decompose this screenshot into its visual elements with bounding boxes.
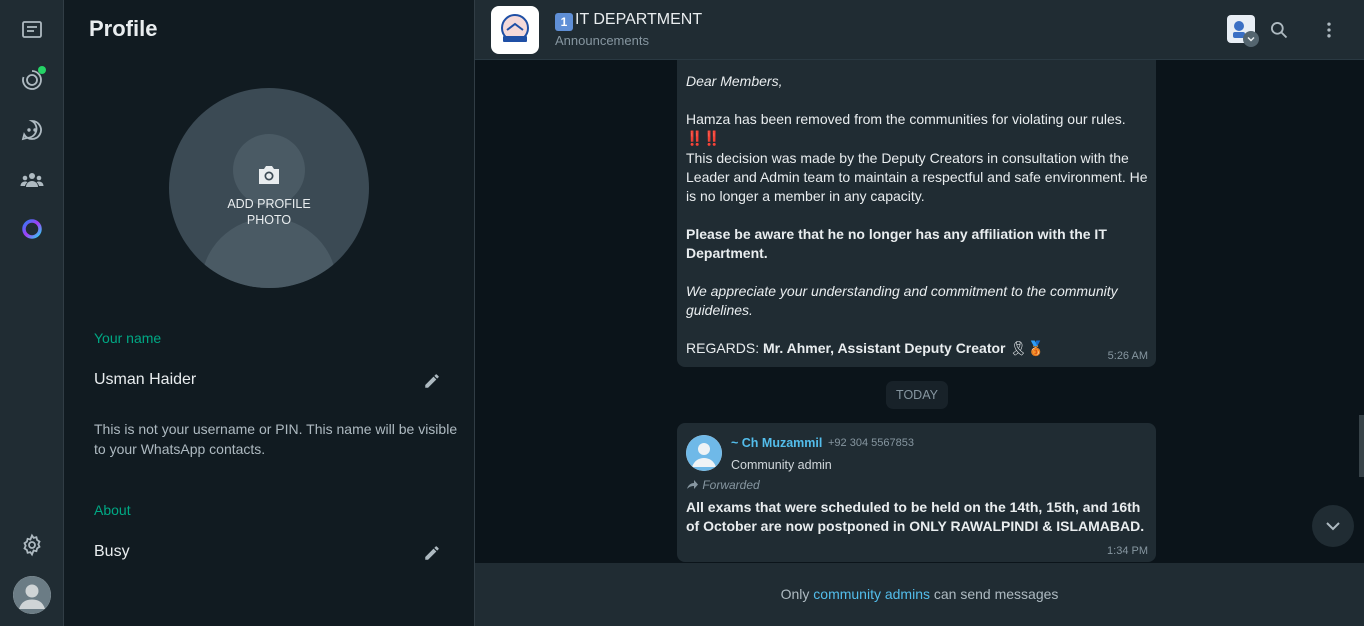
message-time: 5:26 AM xyxy=(1107,350,1148,362)
communities-button[interactable] xyxy=(12,160,52,200)
channels-icon xyxy=(21,120,42,141)
status-button[interactable] xyxy=(12,60,52,100)
notice-prefix: Only xyxy=(780,586,814,602)
forward-arrow-icon xyxy=(687,480,698,489)
meta-ai-button[interactable] xyxy=(12,209,52,249)
default-avatar-icon xyxy=(686,435,722,471)
add-profile-photo-button[interactable]: ADD PROFILE PHOTO xyxy=(169,88,369,288)
group-subtitle: Announcements xyxy=(555,33,649,48)
group-title-text: IT DEPARTMENT xyxy=(575,11,703,28)
edit-about-button[interactable] xyxy=(421,542,443,564)
composer-disabled-notice: Only community admins can send messages xyxy=(475,563,1364,626)
message-line: Hamza has been removed from the communit… xyxy=(686,111,1126,127)
settings-button[interactable] xyxy=(12,525,52,565)
scrollbar-thumb[interactable] xyxy=(1359,415,1364,477)
chat-header[interactable]: 1 IT DEPARTMENT Announcements xyxy=(475,0,1364,60)
keycap-one-icon: 1 xyxy=(555,13,573,31)
community-admins-link[interactable]: community admins xyxy=(813,586,930,602)
your-name-value: Usman Haider xyxy=(94,371,197,388)
scroll-to-bottom-button[interactable] xyxy=(1312,505,1354,547)
message-bold-notice: Please be aware that he no longer has an… xyxy=(686,226,1107,261)
message-bubble[interactable]: Dear Members, Hamza has been removed fro… xyxy=(677,60,1156,367)
forwarded-text: Forwarded xyxy=(702,478,760,492)
your-name-label: Your name xyxy=(94,330,162,346)
message-line: This decision was made by the Deputy Cre… xyxy=(686,150,1148,204)
alarm-emoji: ‼️‼️ xyxy=(686,130,721,146)
search-icon xyxy=(1271,22,1288,39)
sender-name[interactable]: ~ Ch Muzammil xyxy=(731,436,822,450)
name-hint-text: This is not your username or PIN. This n… xyxy=(94,421,458,457)
communities-icon xyxy=(20,173,44,187)
forwarded-label: Forwarded xyxy=(686,478,760,492)
group-title: 1 IT DEPARTMENT xyxy=(555,11,702,31)
message-text: All exams that were scheduled to be held… xyxy=(686,499,1145,534)
sender-phone: +92 304 5567853 xyxy=(828,437,914,449)
profile-panel: Profile ADD PROFILE PHOTO Your name Usma… xyxy=(64,0,475,626)
pencil-icon xyxy=(425,546,439,560)
sender-role: Community admin xyxy=(731,458,832,472)
profile-avatar-button[interactable] xyxy=(13,576,51,614)
about-value: Busy xyxy=(94,543,130,560)
message-appreciation: We appreciate your understanding and com… xyxy=(686,283,1118,318)
message-list[interactable]: Dear Members, Hamza has been removed fro… xyxy=(475,60,1364,563)
chats-icon xyxy=(22,21,42,38)
add-profile-photo-label: ADD PROFILE PHOTO xyxy=(169,196,369,228)
notice-suffix: can send messages xyxy=(929,586,1059,602)
regards-name: Mr. Ahmer, Assistant Deputy Creator xyxy=(763,340,1006,356)
whatsapp-web-app: Profile ADD PROFILE PHOTO Your name Usma… xyxy=(0,0,1364,626)
message-regards: REGARDS: Mr. Ahmer, Assistant Deputy Cre… xyxy=(686,339,1151,358)
group-logo-icon xyxy=(501,14,529,42)
about-label: About xyxy=(94,502,131,518)
sender-avatar[interactable] xyxy=(686,435,722,471)
regards-prefix: REGARDS: xyxy=(686,340,764,356)
avatar-body-shape xyxy=(201,218,337,288)
add-profile-photo-label-line1: ADD PROFILE xyxy=(227,197,311,211)
message-time: 1:34 PM xyxy=(1107,545,1148,557)
community-avatar-button[interactable] xyxy=(1227,15,1259,47)
chevron-down-icon xyxy=(1326,522,1340,531)
chat-pane: 1 IT DEPARTMENT Announcements Dear Member… xyxy=(475,0,1364,626)
search-button[interactable] xyxy=(1265,16,1293,44)
page-title: Profile xyxy=(89,16,158,41)
ribbon-medal-emoji: 🎗🥉 xyxy=(1009,340,1045,356)
channels-button[interactable] xyxy=(12,110,52,150)
camera-icon xyxy=(259,166,279,184)
kebab-menu-icon xyxy=(1327,22,1331,38)
group-avatar[interactable] xyxy=(491,6,539,54)
meta-ai-icon xyxy=(22,219,42,239)
navigation-rail xyxy=(0,0,64,626)
date-divider: TODAY xyxy=(886,381,948,409)
edit-name-button[interactable] xyxy=(421,370,443,392)
pencil-icon xyxy=(425,374,439,388)
message-greeting: Dear Members, xyxy=(686,73,783,89)
chevron-down-icon xyxy=(1243,31,1259,47)
chats-button[interactable] xyxy=(12,10,52,50)
add-profile-photo-label-line2: PHOTO xyxy=(246,213,292,227)
menu-button[interactable] xyxy=(1315,16,1343,44)
default-avatar-icon xyxy=(13,576,51,614)
settings-icon xyxy=(23,533,41,557)
status-unread-dot xyxy=(38,66,46,74)
message-bubble[interactable]: ~ Ch Muzammil +92 304 5567853 Community … xyxy=(677,423,1156,562)
